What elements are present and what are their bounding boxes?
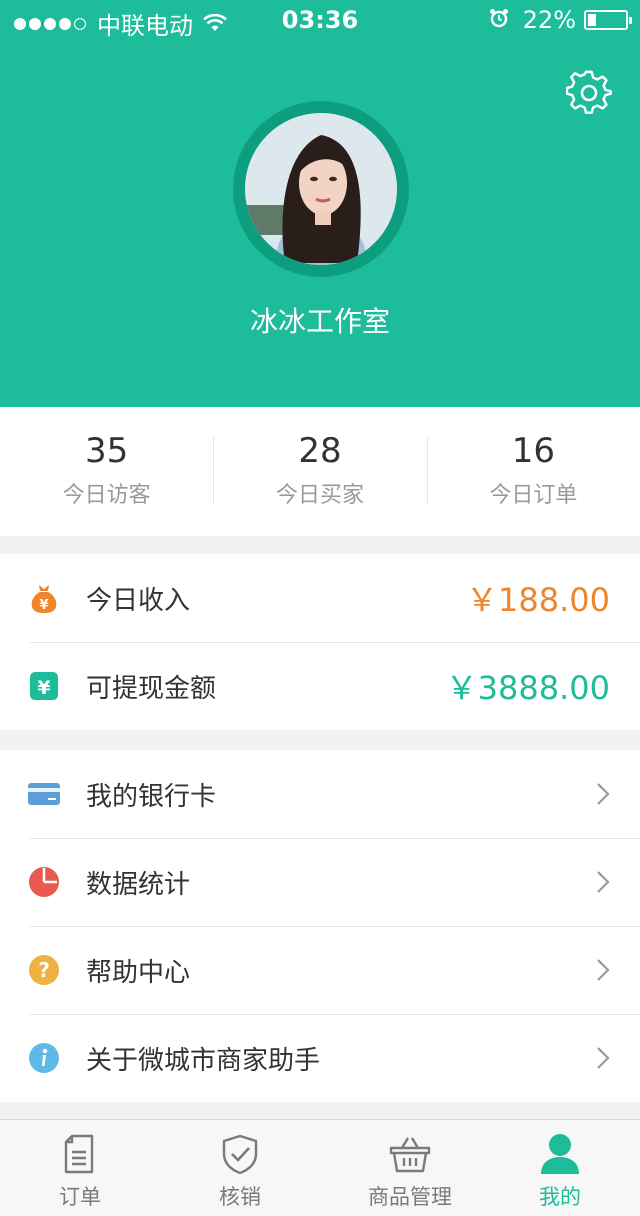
pie-chart-icon (28, 866, 60, 898)
daily-stats: 35 今日访客 28 今日买家 16 今日订单 (0, 407, 640, 536)
status-bar: 中联电动 03:36 22% (0, 0, 640, 42)
chevron-right-icon (596, 870, 610, 894)
tab-products[interactable]: 商品管理 (320, 1120, 500, 1216)
tab-label: 商品管理 (368, 1185, 452, 1209)
menu-item-bank-card[interactable]: 我的银行卡 (0, 750, 640, 838)
tab-bar: 订单 核销 商品管理 我的 (0, 1119, 640, 1216)
help-icon: ? (28, 954, 60, 986)
stat-value: 28 (298, 431, 342, 471)
alarm-icon (489, 6, 509, 34)
avatar-ring[interactable] (233, 101, 409, 277)
income-label: 今日收入 (86, 585, 191, 616)
svg-text:¥: ¥ (37, 677, 50, 699)
battery-level (588, 14, 596, 26)
shop-name: 冰冰工作室 (249, 305, 390, 338)
stat-label: 今日订单 (489, 483, 578, 508)
battery-percent: 22% (522, 6, 576, 34)
withdrawable-label: 可提现金额 (86, 673, 217, 704)
stat-value: 35 (85, 431, 129, 471)
menu-item-about[interactable]: 关于微城市商家助手 (0, 1014, 640, 1102)
withdrawable-amount: ￥3888.00 (445, 669, 610, 707)
chevron-right-icon (596, 958, 610, 982)
svg-text:?: ? (38, 958, 50, 982)
income-section: ¥ 今日收入 ￥188.00 ¥ 可提现金额 ￥3888.00 (0, 554, 640, 730)
tab-label: 订单 (59, 1185, 101, 1209)
stat-label: 今日访客 (62, 483, 151, 508)
profile-header: 中联电动 03:36 22% 冰冰工作室 (0, 0, 640, 407)
money-bag-icon: ¥ (28, 582, 60, 614)
stat-orders[interactable]: 16 今日订单 (426, 407, 640, 536)
tab-label: 核销 (219, 1185, 261, 1209)
menu-label: 我的银行卡 (86, 781, 217, 812)
withdrawable-row[interactable]: ¥ 可提现金额 ￥3888.00 (0, 642, 640, 730)
document-icon (58, 1132, 102, 1176)
menu-item-statistics[interactable]: 数据统计 (0, 838, 640, 926)
tab-verify[interactable]: 核销 (160, 1120, 320, 1216)
status-right: 22% (489, 6, 632, 34)
today-income-row[interactable]: ¥ 今日收入 ￥188.00 (0, 554, 640, 642)
shield-check-icon (218, 1132, 262, 1176)
tab-label: 我的 (539, 1185, 581, 1209)
user-icon (538, 1132, 582, 1176)
menu-item-help[interactable]: ? 帮助中心 (0, 926, 640, 1014)
chevron-right-icon (596, 1046, 610, 1070)
tab-orders[interactable]: 订单 (0, 1120, 160, 1216)
yuan-icon: ¥ (28, 670, 60, 702)
menu-label: 帮助中心 (86, 957, 191, 988)
income-amount: ￥188.00 (466, 581, 610, 619)
tab-mine[interactable]: 我的 (500, 1120, 620, 1216)
gear-icon[interactable] (565, 70, 612, 116)
stat-buyers[interactable]: 28 今日买家 (213, 407, 426, 536)
stat-label: 今日买家 (275, 483, 364, 508)
settings-menu: 我的银行卡 数据统计 ? 帮助中心 关于微城市商家助手 (0, 750, 640, 1102)
svg-text:¥: ¥ (39, 598, 48, 613)
info-icon (28, 1042, 60, 1074)
bank-card-icon (28, 778, 60, 810)
avatar[interactable] (245, 113, 397, 265)
stat-visitors[interactable]: 35 今日访客 (0, 407, 213, 536)
battery-icon (584, 10, 632, 30)
menu-label: 数据统计 (86, 869, 191, 900)
stat-value: 16 (511, 431, 555, 471)
basket-icon (388, 1132, 432, 1176)
chevron-right-icon (596, 782, 610, 806)
menu-label: 关于微城市商家助手 (86, 1045, 321, 1076)
